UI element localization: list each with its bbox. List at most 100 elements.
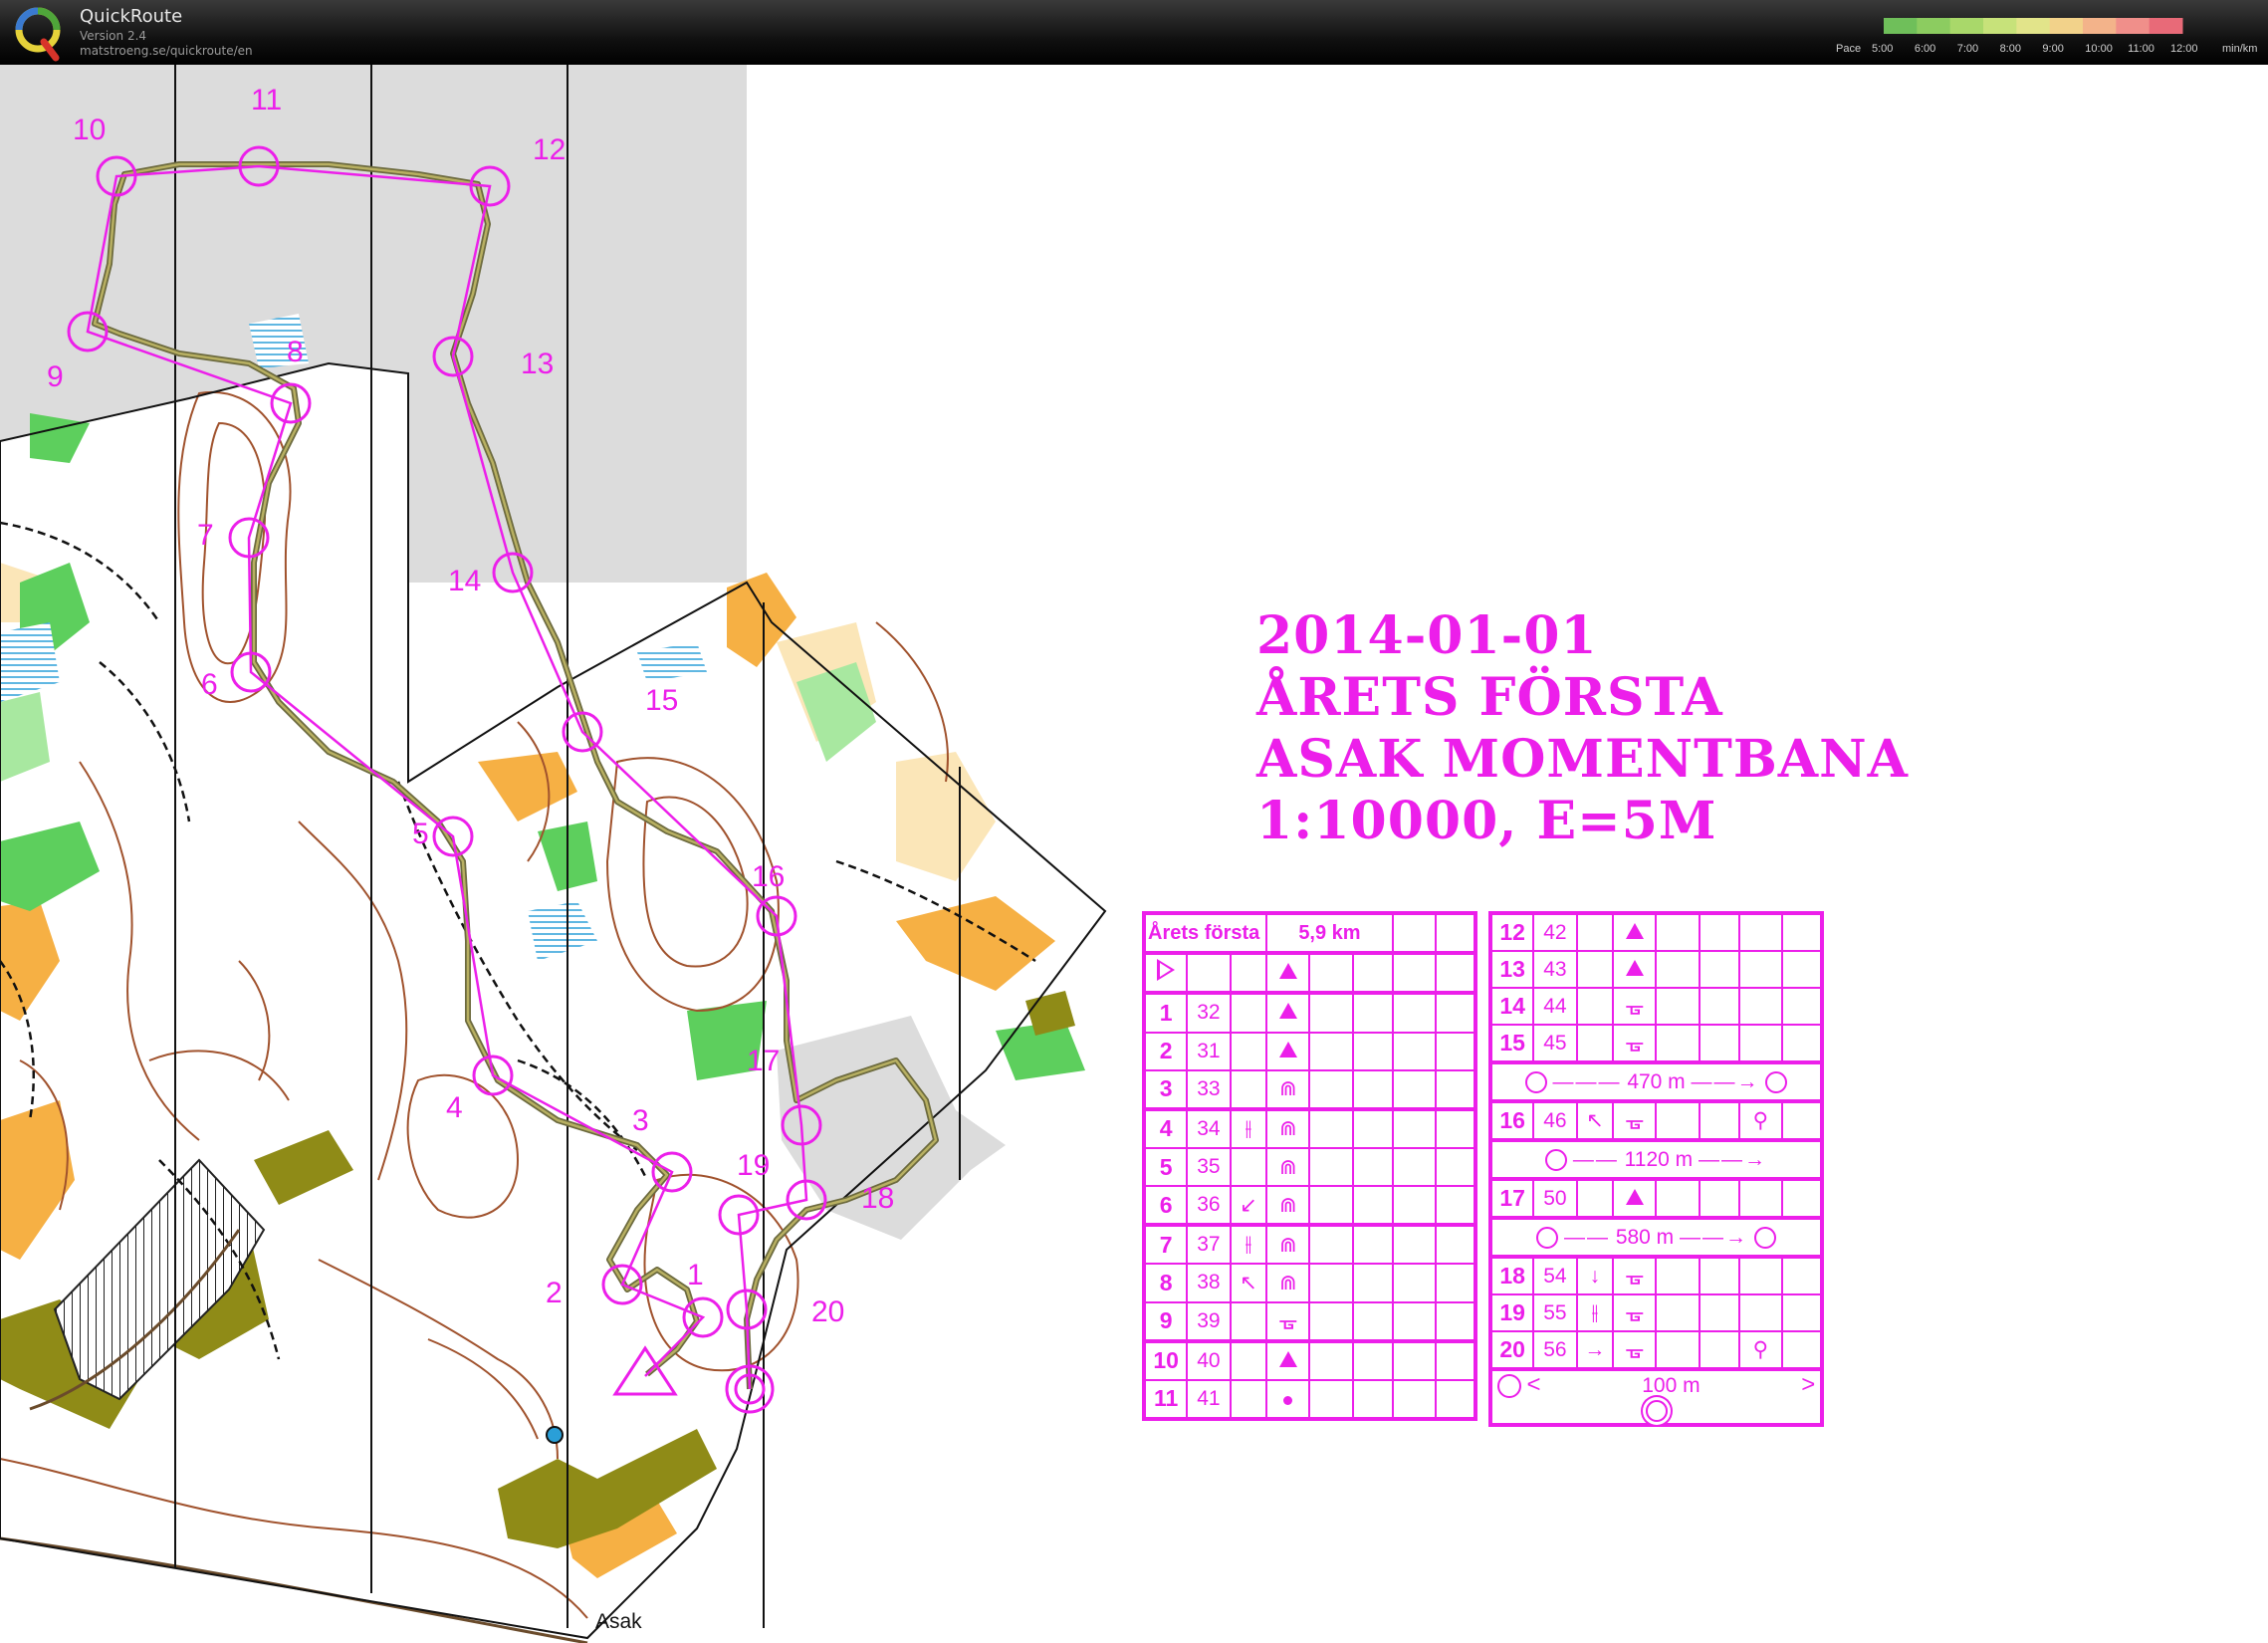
cd-row: 5 35 ⋒ <box>1142 1146 1477 1188</box>
cd-num: 14 <box>1488 987 1535 1026</box>
feature-icon: ᚗ <box>1612 1293 1658 1332</box>
cd-num: 18 <box>1488 1256 1535 1295</box>
cd-leg-row: ——— 470 m ——→ <box>1489 1061 1823 1103</box>
cd-code: 54 <box>1532 1256 1578 1295</box>
cd-row: 3 33 ⋒ <box>1142 1068 1477 1111</box>
feature-icon: ᚗ <box>1612 1024 1658 1064</box>
app-url: matstroeng.se/quickroute/en <box>80 44 253 58</box>
control-number-label: 14 <box>448 565 481 597</box>
dot-icon <box>1265 1378 1311 1422</box>
pace-color-segment <box>2149 18 2183 34</box>
direction-icon <box>1229 992 1268 1034</box>
cd-code: 46 <box>1532 1100 1578 1142</box>
control-number-label: 9 <box>47 360 64 393</box>
cd-num: 9 <box>1142 1300 1189 1343</box>
feature-icon: ᚗ <box>1612 987 1658 1026</box>
orienteering-map[interactable]: 1234567891011121314151617181920 Asak <box>0 65 1125 1643</box>
direction-icon <box>1229 1068 1268 1111</box>
quickroute-logo <box>15 7 61 62</box>
cd-row: 14 44 ᚗ <box>1488 987 1824 1026</box>
cd-start-row <box>1142 952 1477 996</box>
cd-num: 8 <box>1142 1263 1189 1303</box>
cd-code: 39 <box>1186 1300 1232 1343</box>
feature-icon: ᚗ <box>1265 1300 1311 1343</box>
direction-icon: ⫲ <box>1229 1224 1268 1266</box>
feature-icon: ᚗ <box>1612 1330 1658 1371</box>
cd-num: 2 <box>1142 1031 1189 1071</box>
pace-tick-label: 11:00 <box>2128 43 2155 55</box>
pace-unit: min/km <box>2222 43 2257 55</box>
location-detail-icon <box>1737 1293 1783 1332</box>
control-number-label: 12 <box>533 133 566 166</box>
pace-tick-label: 7:00 <box>1957 43 1978 55</box>
pace-color-segment <box>1917 18 1951 34</box>
feature-icon: ᚗ <box>1612 1100 1658 1142</box>
direction-icon <box>1229 1300 1268 1343</box>
triangle-icon <box>1265 1339 1311 1381</box>
control-number-label: 6 <box>201 668 218 701</box>
feature-icon: ⋒ <box>1265 1068 1311 1111</box>
cd-code: 56 <box>1532 1330 1578 1371</box>
app-version: Version 2.4 <box>80 29 147 43</box>
leg-distance-2: 1120 m <box>1624 1147 1694 1171</box>
start-triangle-icon <box>1142 952 1189 996</box>
cd-row: 11 41 <box>1142 1378 1477 1422</box>
leg-start-circle-icon <box>1544 1148 1567 1171</box>
triangle-icon <box>1265 1031 1311 1071</box>
triangle-icon <box>1612 1178 1658 1220</box>
cd-leg-row: —— 580 m ——→ <box>1489 1217 1823 1259</box>
pace-color-segment <box>2016 18 2051 34</box>
direction-icon <box>1229 1378 1268 1422</box>
cd-row-16: 16 46 ↖ ᚗ ⚲ <box>1488 1100 1824 1142</box>
cd-num: 10 <box>1142 1339 1189 1381</box>
direction-icon <box>1229 1031 1268 1071</box>
control-number-label: 4 <box>446 1091 463 1124</box>
direction-icon <box>1229 1146 1268 1188</box>
cd-code: 35 <box>1186 1146 1232 1188</box>
cd-code: 41 <box>1186 1378 1232 1422</box>
control-number-label: 8 <box>287 336 304 368</box>
direction-arrow-icon: ↖ <box>1575 1100 1615 1142</box>
direction-icon <box>1575 912 1615 952</box>
control-number-label: 1 <box>687 1259 704 1291</box>
cd-code: 40 <box>1186 1339 1232 1381</box>
feature-icon: ⋒ <box>1265 1107 1311 1149</box>
direction-icon <box>1575 950 1615 989</box>
leg-distance-1: 470 m <box>1627 1069 1686 1093</box>
control-number-label: 10 <box>73 114 106 146</box>
cd-finish-row: < 100 m > <box>1489 1368 1823 1426</box>
control-number-label: 16 <box>752 860 785 893</box>
leg-start-circle-icon <box>1524 1070 1547 1093</box>
cd-row: 7 37 ⫲ ⋒ <box>1142 1224 1477 1266</box>
cd-code: 55 <box>1532 1293 1578 1332</box>
cd-row: 18 54 ↓ ᚗ <box>1488 1256 1824 1295</box>
cd-row: 12 42 <box>1488 912 1824 952</box>
direction-icon: → <box>1575 1330 1615 1371</box>
location-detail-icon: ⚲ <box>1737 1330 1783 1371</box>
feature-icon: ⋒ <box>1265 1263 1311 1303</box>
cd-row: 4 34 ⫲ ⋒ <box>1142 1107 1477 1149</box>
event-date: 2014-01-01 <box>1256 605 1598 666</box>
location-detail-icon <box>1737 1256 1783 1295</box>
control-number-label: 18 <box>861 1182 894 1215</box>
leg-distance-3: 580 m <box>1615 1225 1675 1249</box>
cd-num: 17 <box>1488 1178 1535 1220</box>
triangle-icon <box>1612 950 1658 989</box>
app-titlebar: QuickRoute Version 2.4 matstroeng.se/qui… <box>0 0 2268 65</box>
control-number-label: 15 <box>645 684 678 717</box>
cd-code: 50 <box>1532 1178 1578 1220</box>
finish-distance: 100 m <box>1642 1374 1701 1397</box>
event-name: ÅRETS FÖRSTA <box>1256 667 1723 728</box>
pace-color-bar <box>1884 18 2183 34</box>
cd-row-17: 17 50 <box>1488 1178 1824 1220</box>
feature-icon: ⋒ <box>1265 1146 1311 1188</box>
cd-num: 3 <box>1142 1068 1189 1111</box>
control-number-label: 20 <box>811 1295 844 1328</box>
triangle-icon <box>1612 912 1658 952</box>
direction-icon: ↖ <box>1229 1263 1268 1303</box>
direction-icon <box>1229 1339 1268 1381</box>
cd-num: 1 <box>1142 992 1189 1034</box>
leg-end-circle-icon <box>1753 1226 1776 1249</box>
leg-end-circle-icon <box>1765 1070 1788 1093</box>
feature-icon: ᚗ <box>1612 1256 1658 1295</box>
